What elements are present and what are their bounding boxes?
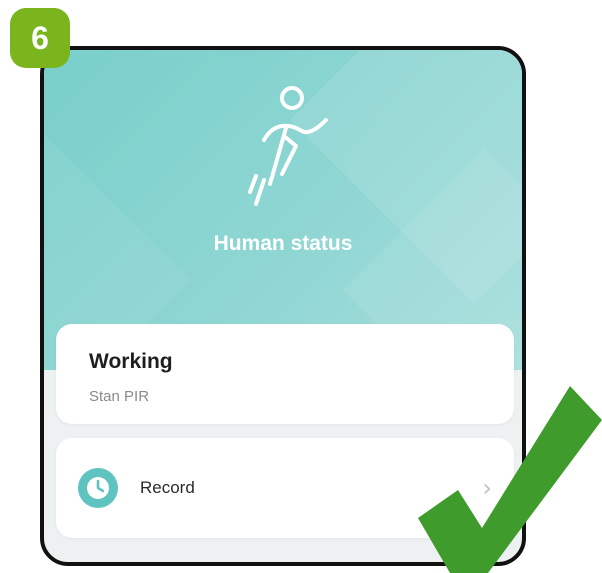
step-number-badge: 6 [10, 8, 70, 68]
hero-header: Human status [44, 50, 522, 370]
status-label: Stan PIR [89, 388, 150, 405]
screenshot-stage: 6 Human status Working Stan PIR Record › [0, 0, 602, 573]
running-person-icon [248, 86, 328, 206]
checkmark-icon [418, 386, 602, 573]
status-value: Working [89, 350, 173, 373]
hero-title: Human status [213, 232, 353, 255]
step-number: 6 [31, 19, 49, 56]
clock-icon [78, 468, 118, 508]
record-label: Record [140, 478, 195, 497]
